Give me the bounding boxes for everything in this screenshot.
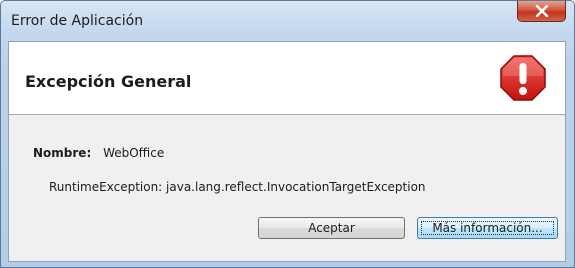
dialog-header: Excepción General: [9, 42, 565, 115]
exception-message: RuntimeException: java.lang.reflect.Invo…: [49, 180, 426, 194]
name-value: WebOffice: [103, 146, 165, 160]
title-bar[interactable]: Error de Aplicación: [1, 1, 574, 37]
dialog-window: Error de Aplicación Excepción General No…: [0, 0, 575, 268]
name-label: Nombre:: [33, 146, 92, 160]
close-button[interactable]: [517, 1, 566, 22]
close-icon: [535, 5, 549, 17]
more-info-button[interactable]: Más información...: [417, 217, 558, 239]
more-info-label: Más información...: [432, 221, 543, 235]
exception-title: Excepción General: [25, 72, 192, 91]
error-shield-icon: [500, 55, 546, 101]
window-title: Error de Aplicación: [11, 13, 144, 29]
name-row: Nombre: WebOffice: [33, 146, 164, 160]
dialog-content: Excepción General Nombre: WebOffice Runt…: [8, 41, 566, 262]
accept-button[interactable]: Aceptar: [258, 217, 405, 239]
